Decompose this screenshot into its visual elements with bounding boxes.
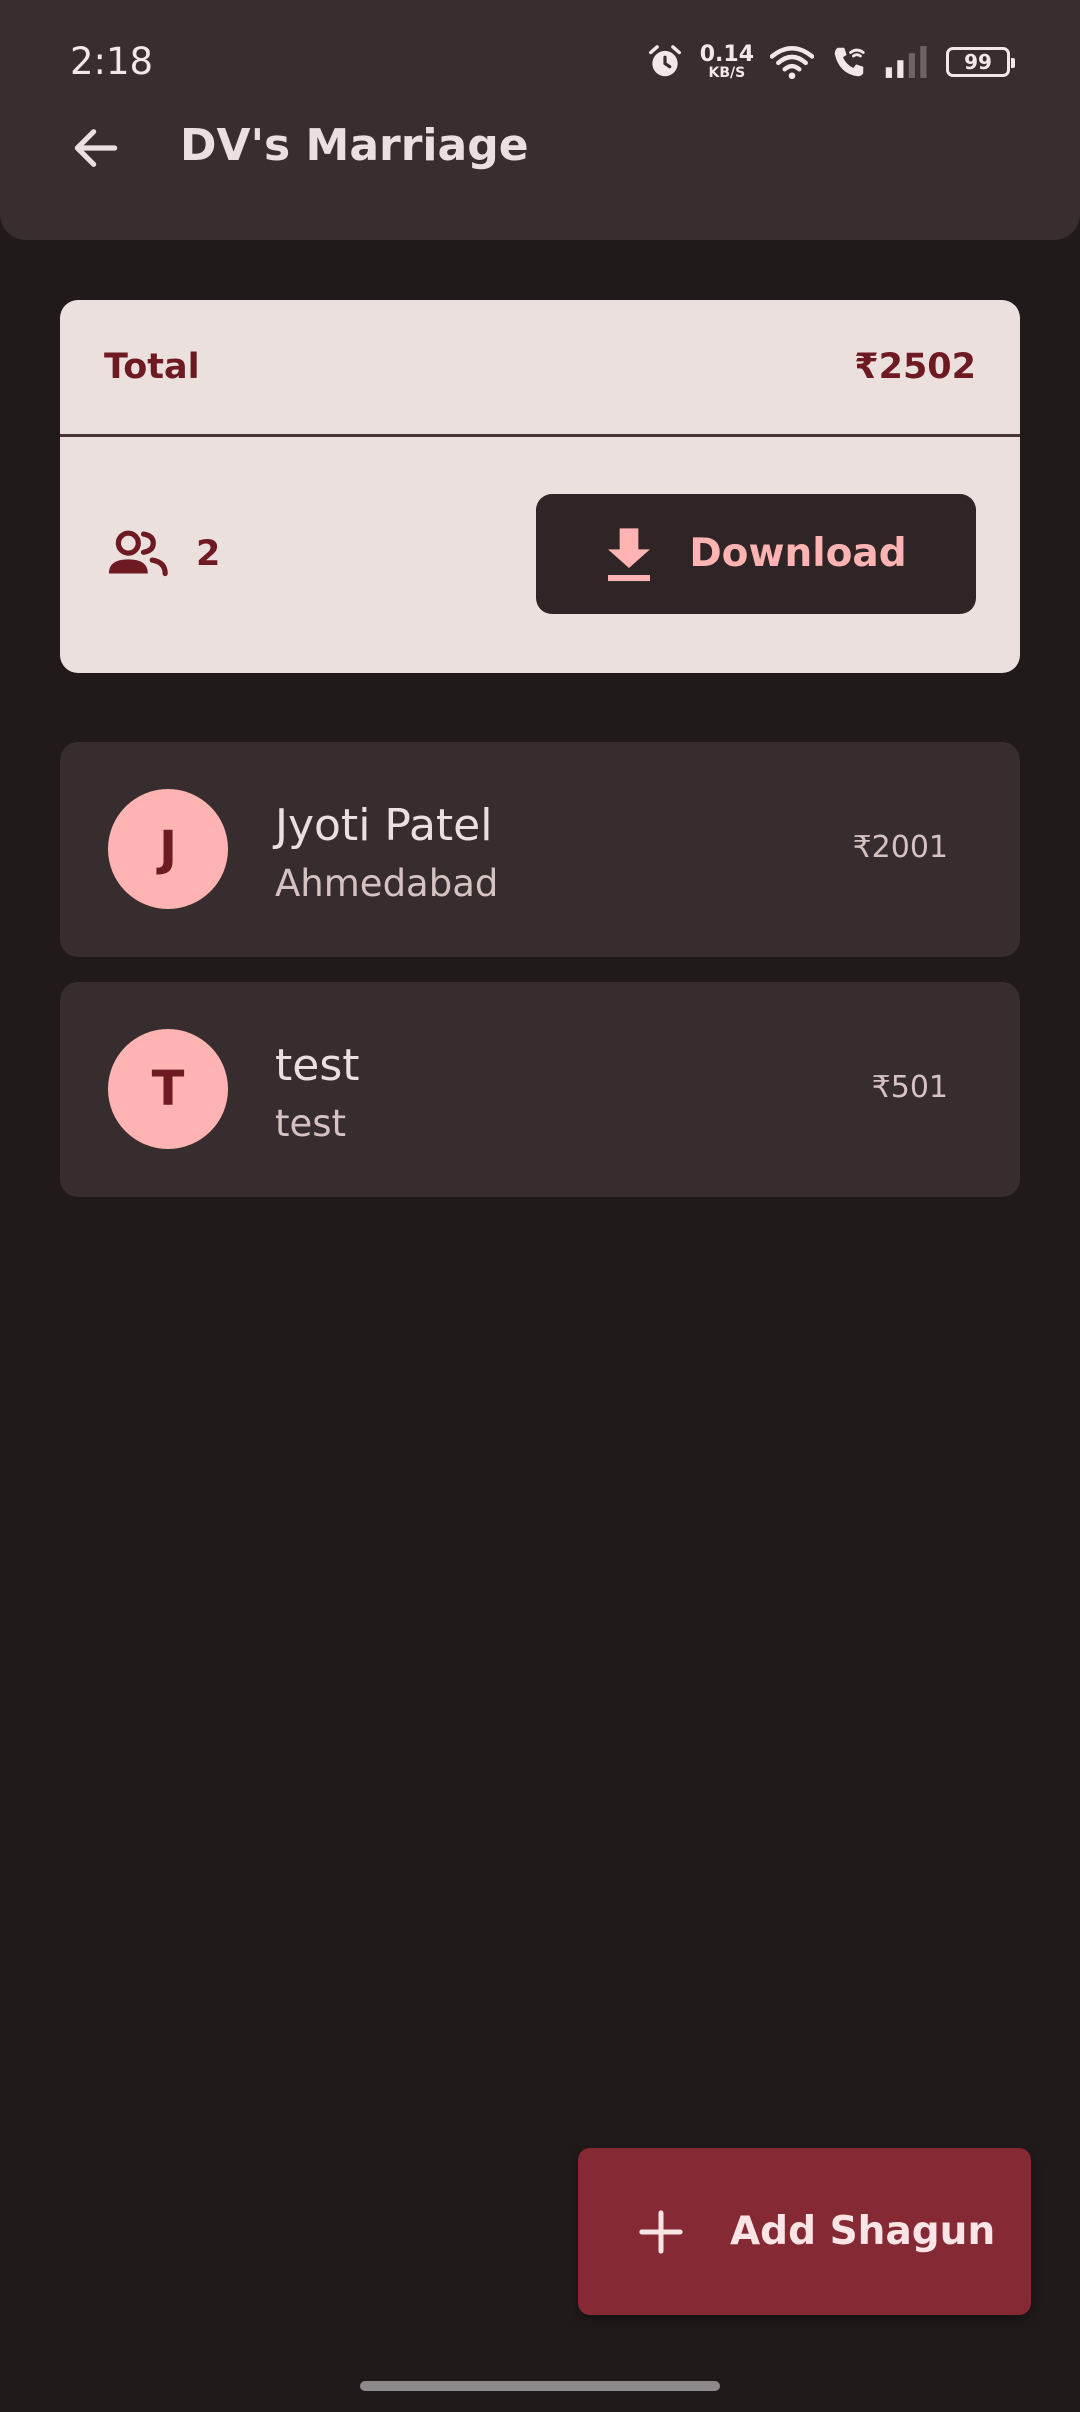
total-row: Total ₹2502: [60, 300, 1020, 437]
status-time: 2:18: [70, 40, 154, 83]
net-speed-value: 0.14: [699, 42, 754, 67]
summary-actions: 2 Download: [60, 437, 1020, 670]
wifi-icon: [770, 46, 814, 80]
wifi-calling-icon: [834, 47, 865, 77]
entry-city: test: [275, 1102, 347, 1145]
total-label: Total: [104, 347, 200, 387]
entry-name: test: [275, 1040, 360, 1091]
avatar: T: [108, 1029, 228, 1149]
entry-name: Jyoti Patel: [275, 800, 493, 851]
people-icon: [108, 530, 168, 576]
top-app-bar: 2:18 0.14 KB/S 99 DV's Marriage: [0, 0, 1080, 240]
plus-icon: [639, 2209, 683, 2254]
net-speed: 0.14 KB/S: [699, 42, 754, 81]
add-shagun-label: Add Shagun: [730, 2209, 996, 2254]
summary-card: Total ₹2502 2 Download: [60, 300, 1020, 673]
battery-icon: 99: [946, 47, 1015, 77]
signal-icon: [885, 46, 927, 78]
entry-amount: ₹501: [871, 1070, 948, 1105]
screen: 2:18 0.14 KB/S 99 DV's Marriage Total ₹2…: [0, 0, 1080, 2412]
back-button[interactable]: [60, 112, 132, 184]
add-shagun-button[interactable]: Add Shagun: [578, 2148, 1031, 2315]
download-label: Download: [689, 531, 907, 576]
people-count: 2: [196, 533, 221, 574]
home-indicator[interactable]: [360, 2381, 720, 2391]
total-value: ₹2502: [854, 347, 976, 387]
list-item[interactable]: T test test ₹501: [60, 982, 1020, 1197]
alarm-icon: [648, 45, 681, 77]
entry-amount: ₹2001: [852, 830, 948, 865]
avatar: J: [108, 789, 228, 909]
list-item[interactable]: J Jyoti Patel Ahmedabad ₹2001: [60, 742, 1020, 957]
arrow-left-icon: [74, 129, 118, 167]
page-title: DV's Marriage: [180, 120, 529, 171]
download-button[interactable]: Download: [536, 493, 976, 614]
entry-city: Ahmedabad: [275, 862, 499, 905]
status-icons: 0.14 KB/S 99: [646, 40, 1015, 84]
people-count-group: 2: [104, 528, 220, 580]
download-icon: [608, 527, 651, 581]
net-speed-unit: KB/S: [708, 65, 746, 81]
